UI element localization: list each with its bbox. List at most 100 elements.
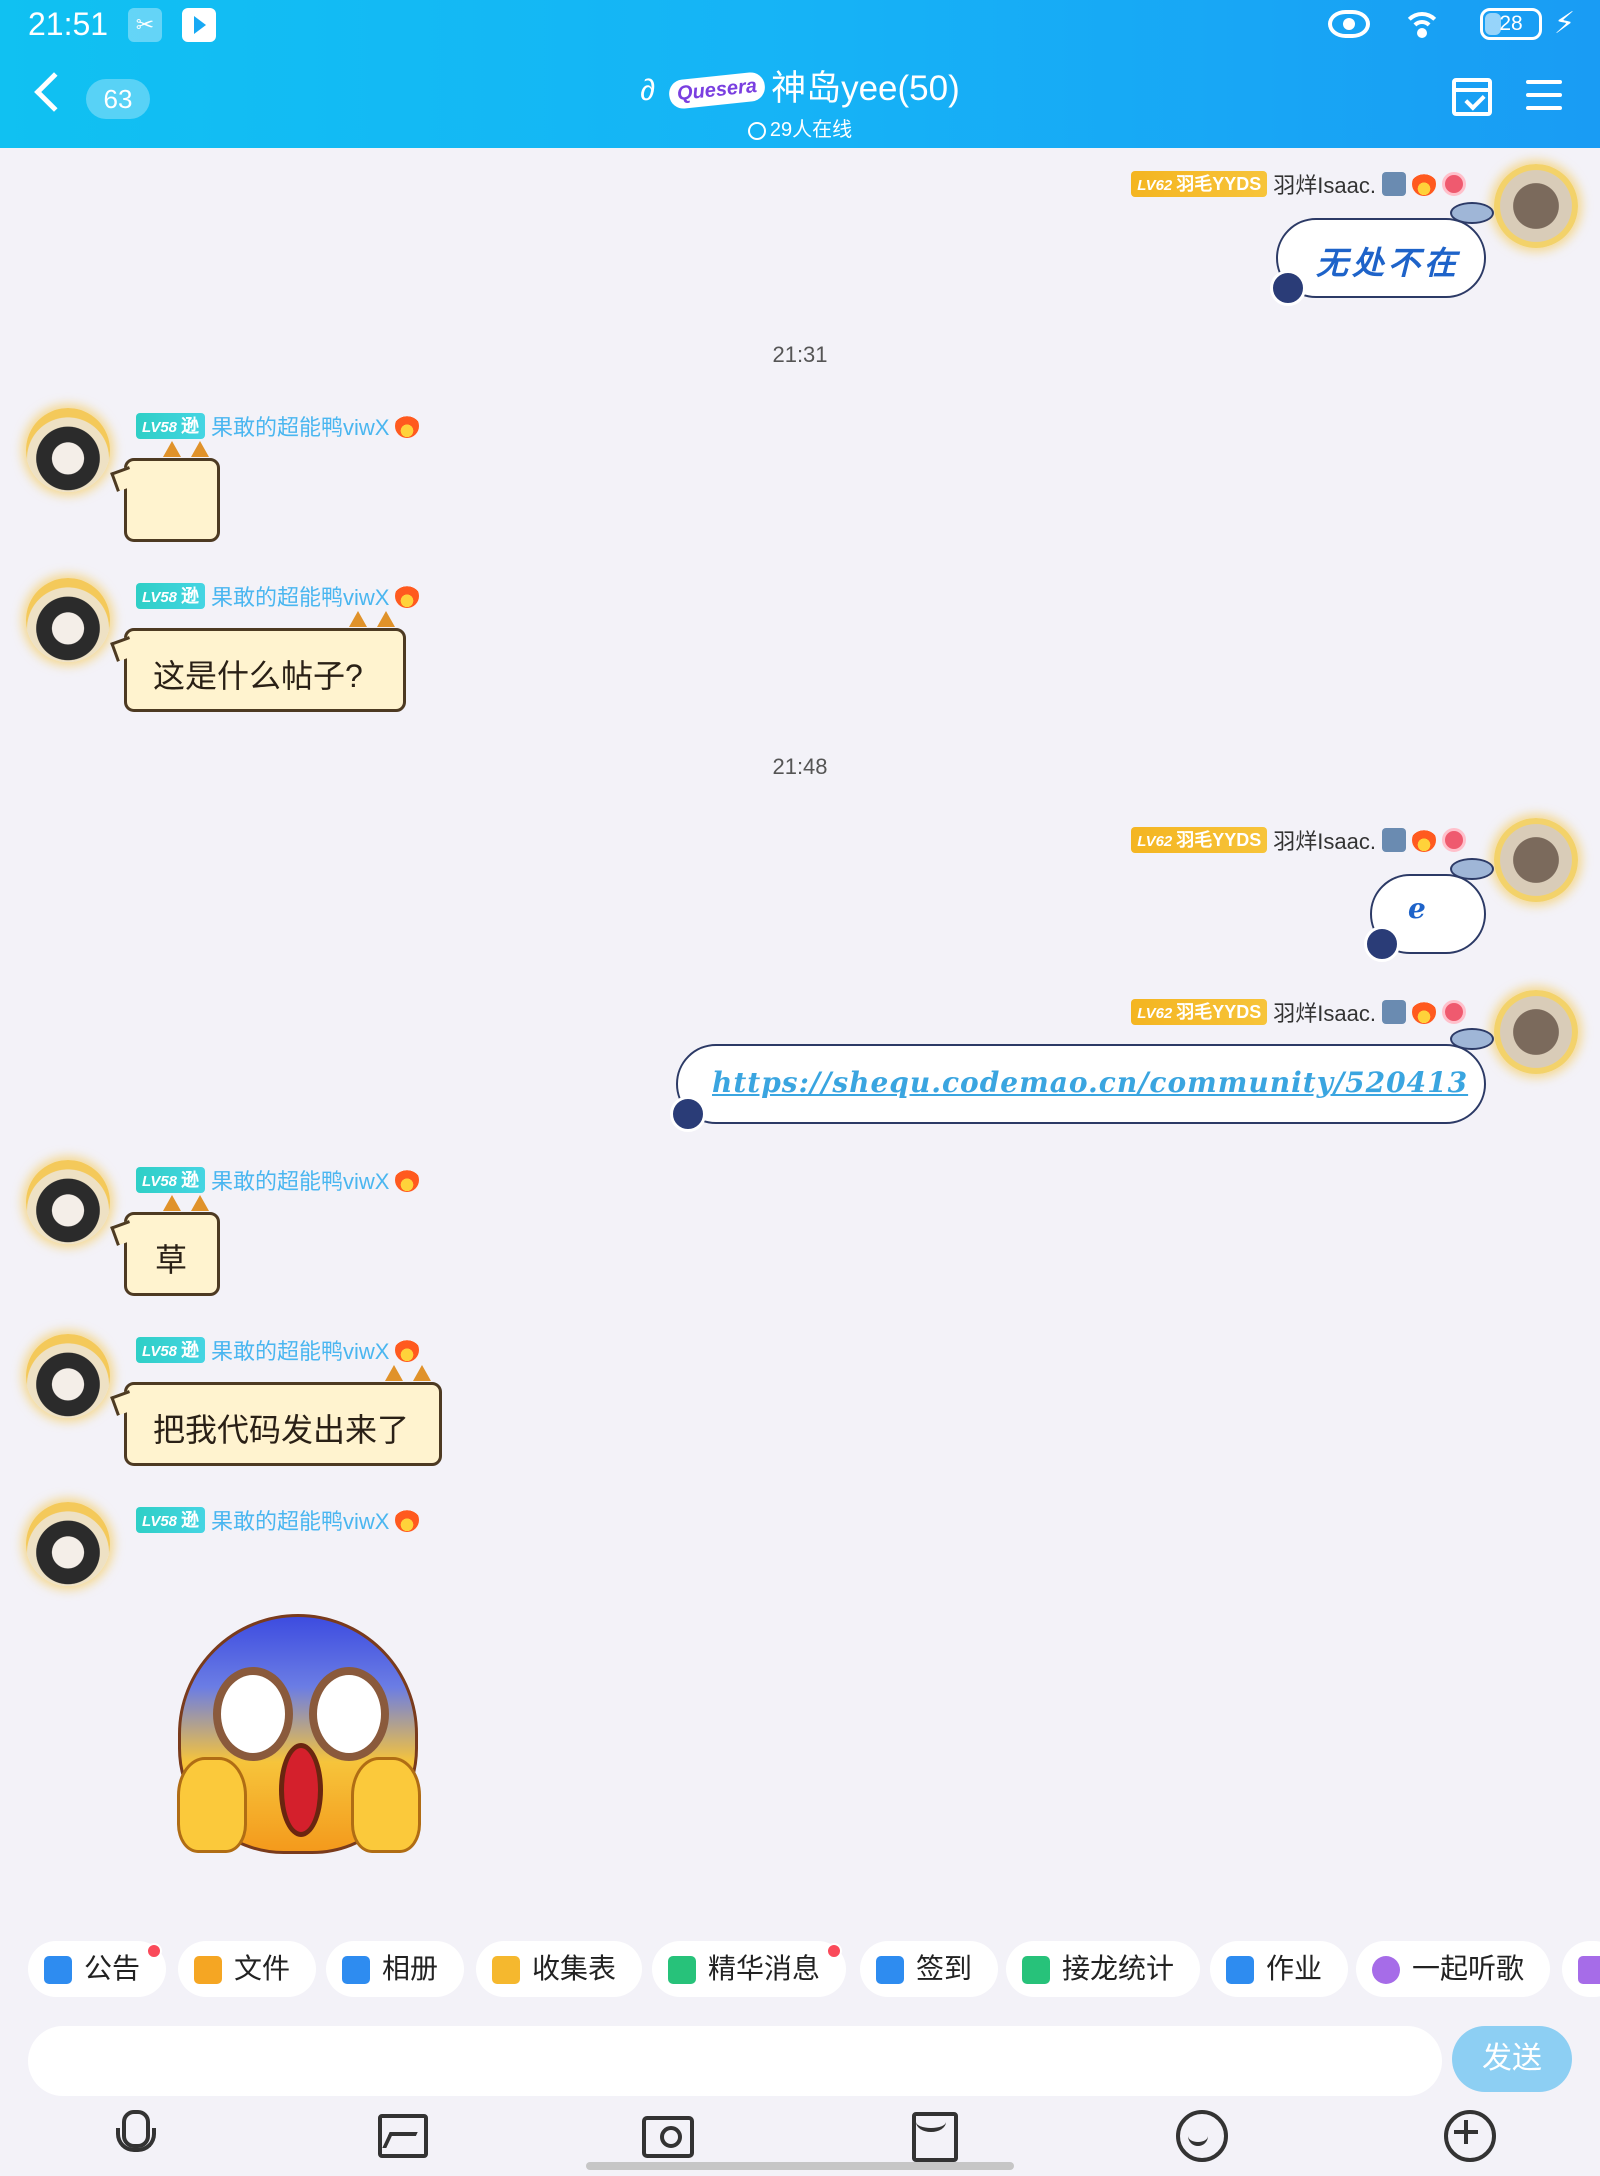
avatar[interactable] <box>26 1160 110 1244</box>
group-name: 神岛yee(50) <box>771 69 960 108</box>
form-button[interactable]: 收集表 <box>476 1941 643 1997</box>
time-separator: 21:31 <box>772 342 828 367</box>
message-bubble[interactable]: 无处不在 <box>1270 202 1494 306</box>
wifi-icon <box>1402 6 1442 42</box>
mic-icon[interactable] <box>108 2108 156 2156</box>
sender-name: 果敢的超能鸭viwX <box>211 1339 390 1364</box>
charging-icon: ⚡ <box>1554 7 1576 40</box>
sender-row: LV58 逊果敢的超能鸭viwX <box>136 410 420 440</box>
music-icon <box>1372 1956 1400 1984</box>
sender-name: 羽烊Isaac. <box>1273 173 1376 198</box>
chain-stats-button[interactable]: 接龙统计 <box>1006 1941 1201 1997</box>
message-bubble[interactable]: 这是什么帖子? <box>110 611 406 712</box>
announcement-icon <box>44 1956 72 1984</box>
checkin-button[interactable]: 签到 <box>860 1941 999 1997</box>
avatar[interactable] <box>26 408 110 492</box>
fire-icon <box>395 1508 420 1532</box>
fire-icon <box>1412 828 1436 852</box>
album-button[interactable]: 相册 <box>326 1941 465 1997</box>
avatar[interactable] <box>26 1502 110 1586</box>
sender-name: 果敢的超能鸭viwX <box>211 1509 390 1534</box>
scissors-icon: ✂ <box>128 8 162 42</box>
message-bubble[interactable] <box>110 441 220 542</box>
level-badge: LV62 羽毛YYDS <box>1131 999 1268 1025</box>
avatar[interactable] <box>1494 818 1578 902</box>
battery-indicator: 28 <box>1480 8 1542 40</box>
calendar-check-icon[interactable] <box>1452 78 1492 116</box>
level-badge: LV58 逊 <box>136 413 206 439</box>
menu-icon[interactable] <box>1526 80 1562 110</box>
checkin-icon <box>876 1956 904 1984</box>
level-badge: LV58 逊 <box>136 1507 206 1533</box>
app-notification-icon <box>182 8 216 42</box>
image-icon[interactable] <box>374 2108 428 2158</box>
fire-icon <box>1412 1000 1436 1024</box>
online-count: 29人在线 <box>769 119 853 141</box>
camera-icon[interactable] <box>640 2108 694 2158</box>
files-button[interactable]: 文件 <box>178 1941 317 1997</box>
message-input[interactable] <box>28 2026 1442 2096</box>
redpacket-icon[interactable] <box>906 2108 958 2162</box>
cat-ears-decoration <box>343 611 401 635</box>
cat-ears-decoration <box>157 1195 215 1219</box>
video-icon <box>1578 1956 1600 1984</box>
screaming-emoji-sticker[interactable] <box>177 1614 421 1854</box>
level-badge: LV58 逊 <box>136 583 206 609</box>
status-time: 21:51 <box>28 6 109 42</box>
avatar[interactable] <box>1494 164 1578 248</box>
sender-row: LV58 逊果敢的超能鸭viwX <box>136 1334 420 1364</box>
avatar[interactable] <box>26 1334 110 1418</box>
badge-icon <box>1442 1000 1466 1024</box>
more-action-chip[interactable] <box>1562 1941 1600 1997</box>
group-title-area[interactable]: ∂ Quesera 神岛yee(50) 29人在线 <box>0 60 1600 142</box>
fire-icon <box>395 414 420 438</box>
ear-icon: ∂ <box>640 74 656 107</box>
avatar[interactable] <box>1494 990 1578 1074</box>
cat-ears-decoration <box>379 1365 437 1389</box>
unread-dot <box>146 1943 163 1959</box>
badge-icon <box>1442 828 1466 852</box>
send-button[interactable]: 发送 <box>1452 2026 1572 2092</box>
message-text: 把我代码发出来了 <box>153 1412 410 1448</box>
form-icon <box>492 1956 520 1984</box>
message-bubble[interactable]: 草 <box>110 1195 220 1296</box>
cat-ears-decoration <box>157 441 215 465</box>
fire-icon <box>395 1168 420 1192</box>
sender-row: LV58 逊果敢的超能鸭viwX <box>136 580 420 610</box>
level-badge: LV58 逊 <box>136 1337 206 1363</box>
level-badge: LV58 逊 <box>136 1167 206 1193</box>
eye-icon <box>1328 10 1370 38</box>
battery-level: 28 <box>1499 12 1523 35</box>
announcement-button[interactable]: 公告 <box>28 1941 167 1997</box>
sender-row: LV62 羽毛YYDS 羽烊Isaac. <box>1131 824 1466 854</box>
sender-name: 果敢的超能鸭viwX <box>211 585 390 610</box>
ufo-decoration <box>1450 202 1494 224</box>
message-bubble[interactable]: e <box>1364 858 1494 962</box>
online-check-icon <box>747 121 766 140</box>
message-bubble[interactable]: https://shequ.codemao.cn/community/52041… <box>670 1028 1494 1132</box>
message-text: e <box>1408 892 1426 925</box>
penguin-decoration <box>1270 270 1306 306</box>
input-tools-bar <box>0 2108 1600 2164</box>
homework-button[interactable]: 作业 <box>1210 1941 1349 1997</box>
fire-icon <box>395 1338 420 1362</box>
quick-actions-bar[interactable]: 公告 文件 相册 收集表 精华消息 签到 接龙统计 作业 一起听歌 <box>0 1934 1600 2004</box>
level-badge: LV62 羽毛YYDS <box>1131 171 1268 197</box>
badge-icon <box>1442 172 1466 196</box>
message-bubble[interactable]: 把我代码发出来了 <box>110 1365 442 1466</box>
folder-icon <box>194 1956 222 1984</box>
highlight-messages-button[interactable]: 精华消息 <box>652 1941 847 1997</box>
level-badge: LV62 羽毛YYDS <box>1131 827 1268 853</box>
fire-icon <box>395 584 420 608</box>
emoji-icon[interactable] <box>1174 2108 1228 2162</box>
home-indicator[interactable] <box>586 2162 1014 2170</box>
ufo-decoration <box>1450 1028 1494 1050</box>
penguin-decoration <box>1364 926 1400 962</box>
message-text: 这是什么帖子? <box>153 658 363 694</box>
unread-dot <box>826 1943 843 1959</box>
message-link[interactable]: https://shequ.codemao.cn/community/52041… <box>712 1066 1468 1099</box>
listen-together-button[interactable]: 一起听歌 <box>1356 1941 1551 1997</box>
decoration-icon <box>1382 828 1406 852</box>
plus-icon[interactable] <box>1442 2108 1496 2162</box>
avatar[interactable] <box>26 578 110 662</box>
